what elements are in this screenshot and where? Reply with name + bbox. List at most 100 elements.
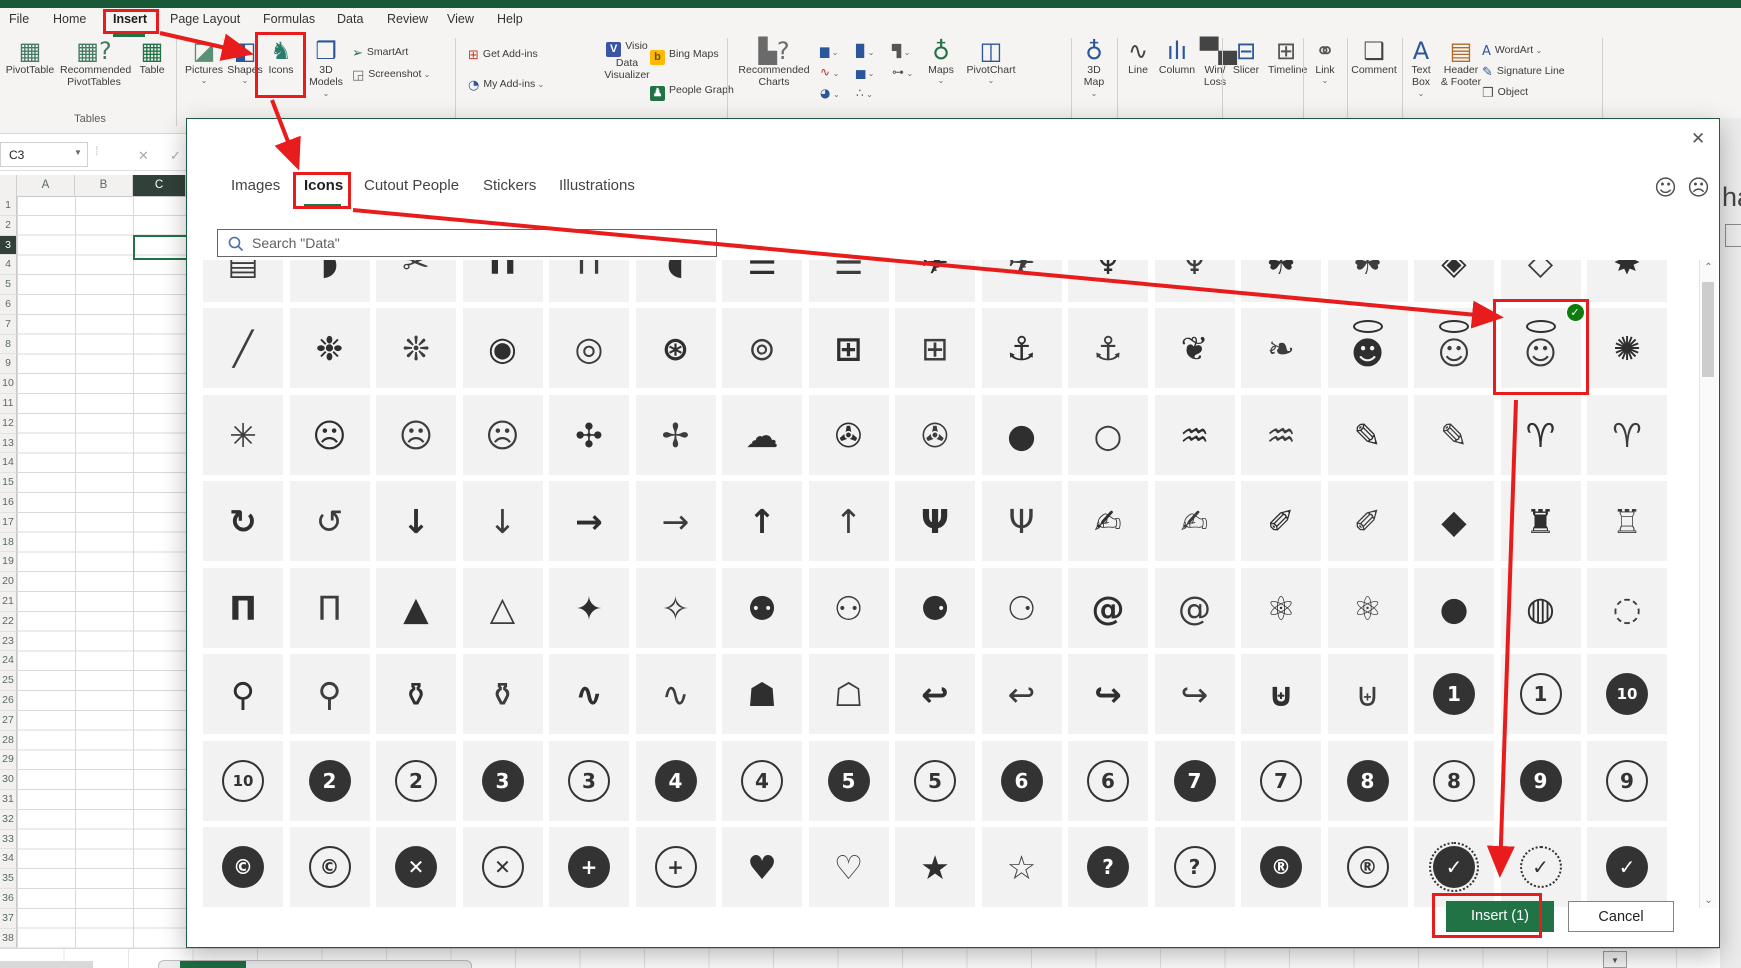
scroll-dropdown-button[interactable]: ▼ <box>1603 951 1627 968</box>
angry-face-icon[interactable]: ☹ <box>290 395 370 475</box>
backpack-icon[interactable]: ⊎ <box>1241 654 1321 734</box>
row-header-7[interactable]: 7 <box>0 315 17 335</box>
avocado-icon[interactable]: ◌ <box>1587 568 1667 648</box>
row-header-27[interactable]: 27 <box>0 711 17 731</box>
shell-icon[interactable]: ◗ <box>290 260 370 302</box>
ribbon-button-map-3d[interactable]: ♁3D Map⌄ <box>1074 38 1114 98</box>
ribbon-tab-insert[interactable]: Insert <box>113 12 147 26</box>
dialog-tab-illustrations[interactable]: Illustrations <box>559 177 635 194</box>
number-1-icon[interactable]: 1 <box>1414 654 1494 734</box>
asian-temple-icon[interactable]: ♜ <box>1501 481 1581 561</box>
anger-burst-icon[interactable]: ✺ <box>1587 308 1667 388</box>
up-arrow-icon[interactable]: ↑ <box>809 481 889 561</box>
ribbon-button-spark-line[interactable]: ∿Line <box>1122 38 1154 76</box>
coral-icon[interactable]: ☘ <box>1328 260 1408 302</box>
ribbon-tab-data[interactable]: Data <box>337 12 363 26</box>
ribbon-button-text-box[interactable]: AText Box⌄ <box>1404 38 1438 98</box>
asia-icon[interactable]: ◆ <box>1414 481 1494 561</box>
ribbon-button-pivotchart[interactable]: ◫PivotChart⌄ <box>962 38 1020 86</box>
pin-icon[interactable]: ✂ <box>376 260 456 302</box>
aries-icon[interactable]: ♈ <box>1501 395 1581 475</box>
right-arrow-icon[interactable]: → <box>549 481 629 561</box>
formula-cancel-icon[interactable]: ✕ <box>138 148 149 164</box>
asian-temple-icon[interactable]: ♖ <box>1587 481 1667 561</box>
artist-2-icon[interactable]: ✐ <box>1241 481 1321 561</box>
windmill-icon[interactable]: ✈ <box>982 260 1062 302</box>
angry-face-icon[interactable]: ☹ <box>376 395 456 475</box>
ambulance-icon[interactable]: ⊞ <box>895 308 975 388</box>
row-header-14[interactable]: 14 <box>0 453 17 473</box>
number-7-icon[interactable]: 7 <box>1241 741 1321 821</box>
forward-arrow-icon[interactable]: ↪ <box>1068 654 1148 734</box>
dialog-tab-icons[interactable]: Icons <box>304 177 343 194</box>
row-header-4[interactable]: 4 <box>0 255 17 275</box>
active-cell-c3[interactable] <box>133 235 188 260</box>
ribbon-tab-home[interactable]: Home <box>53 12 86 26</box>
ribbon-button-mini-hierarchy[interactable]: ⊶ ⌄ <box>892 65 913 79</box>
name-box-dropdown-icon[interactable]: ▼ <box>74 148 82 157</box>
dialog-tab-cutout-people[interactable]: Cutout People <box>364 177 459 194</box>
row-header-35[interactable]: 35 <box>0 869 17 889</box>
baby-onesie-icon[interactable]: ☖ <box>809 654 889 734</box>
formula-enter-icon[interactable]: ✓ <box>170 148 181 164</box>
button-icon[interactable]: ⊚ <box>722 308 802 388</box>
row-header-33[interactable]: 33 <box>0 830 17 850</box>
aquarius-icon[interactable]: ♒ <box>1155 395 1235 475</box>
number-10-icon[interactable]: 10 <box>203 741 283 821</box>
row-header-30[interactable]: 30 <box>0 770 17 790</box>
ribbon-button-shapes[interactable]: ◧Shapes⌄ <box>227 38 263 86</box>
hook-icon[interactable]: ♆ <box>1068 260 1148 302</box>
row-header-21[interactable]: 21 <box>0 592 17 612</box>
scrollbar[interactable]: ⌃ ⌄ <box>1699 260 1717 908</box>
ribbon-button-object[interactable]: ❒Object <box>1482 86 1528 101</box>
baby-bottle-icon[interactable]: ⚱ <box>376 654 456 734</box>
row-header-9[interactable]: 9 <box>0 354 17 374</box>
row-header-17[interactable]: 17 <box>0 513 17 533</box>
ribbon-button-pivottable[interactable]: ▦PivotTable <box>4 38 56 76</box>
copyright-icon[interactable]: © <box>290 827 370 907</box>
anchor-icon[interactable]: ⚓ <box>1068 308 1148 388</box>
hook-icon[interactable]: ♆ <box>1155 260 1235 302</box>
ribbon-button-icons[interactable]: ♞Icons <box>261 38 301 76</box>
heart-icon[interactable]: ♥ <box>722 827 802 907</box>
multiply-icon[interactable]: ✕ <box>376 827 456 907</box>
shield-icon[interactable]: ◈ <box>1414 260 1494 302</box>
close-icon[interactable]: ✕ <box>1687 125 1709 153</box>
ribbon-button-maps[interactable]: ♁Maps⌄ <box>922 38 960 86</box>
number-9-icon[interactable]: 9 <box>1587 741 1667 821</box>
tape-measure-icon[interactable]: ◉ <box>463 308 543 388</box>
ribbon-button-get-addins[interactable]: ⊞Get Add-ins <box>468 48 538 63</box>
bridge-icon[interactable]: Π <box>463 260 543 302</box>
bridge-icon[interactable]: Π <box>549 260 629 302</box>
ribbon-tab-view[interactable]: View <box>447 12 474 26</box>
row-header-25[interactable]: 25 <box>0 671 17 691</box>
antarctica-icon[interactable]: ☁ <box>722 395 802 475</box>
ribbon-button-slicer[interactable]: ⊟Slicer <box>1226 38 1266 76</box>
row-header-38[interactable]: 38 <box>0 929 17 949</box>
star-icon[interactable]: ★ <box>895 827 975 907</box>
number-9-icon[interactable]: 9 <box>1501 741 1581 821</box>
worksheet-grid[interactable]: ABC 123456789101112131415161718192021222… <box>0 175 186 948</box>
row-header-29[interactable]: 29 <box>0 750 17 770</box>
backpack-icon[interactable]: ⊎ <box>1328 654 1408 734</box>
field-icon[interactable]: ☰ <box>722 260 802 302</box>
atom-icon[interactable]: ⚛ <box>1241 568 1321 648</box>
question-icon[interactable]: ? <box>1068 827 1148 907</box>
baby-crawl-icon[interactable]: ∿ <box>636 654 716 734</box>
cycle-arrows-icon[interactable]: ↺ <box>290 481 370 561</box>
registered-icon[interactable]: ® <box>1241 827 1321 907</box>
row-header-8[interactable]: 8 <box>0 335 17 355</box>
ribbon-button-models-3d[interactable]: ❒3D Models⌄ <box>303 38 349 98</box>
windmill-icon[interactable]: ✈ <box>895 260 975 302</box>
ribbon-button-bing-maps[interactable]: bBing Maps <box>650 48 719 65</box>
row-header-23[interactable]: 23 <box>0 632 17 652</box>
ribbon-button-smartart[interactable]: ➢SmartArt <box>352 46 408 61</box>
select-all-corner[interactable] <box>0 175 17 196</box>
number-3-icon[interactable]: 3 <box>549 741 629 821</box>
sheet-tab-fragment[interactable] <box>180 961 246 968</box>
ribbon-button-mini-column[interactable]: ▆ ⌄ <box>820 44 838 58</box>
row-header-2[interactable]: 2 <box>0 216 17 236</box>
row-header-34[interactable]: 34 <box>0 849 17 869</box>
certified-badge-icon[interactable]: ✓ <box>1501 827 1581 907</box>
ribbon-tab-formulas[interactable]: Formulas <box>263 12 315 26</box>
